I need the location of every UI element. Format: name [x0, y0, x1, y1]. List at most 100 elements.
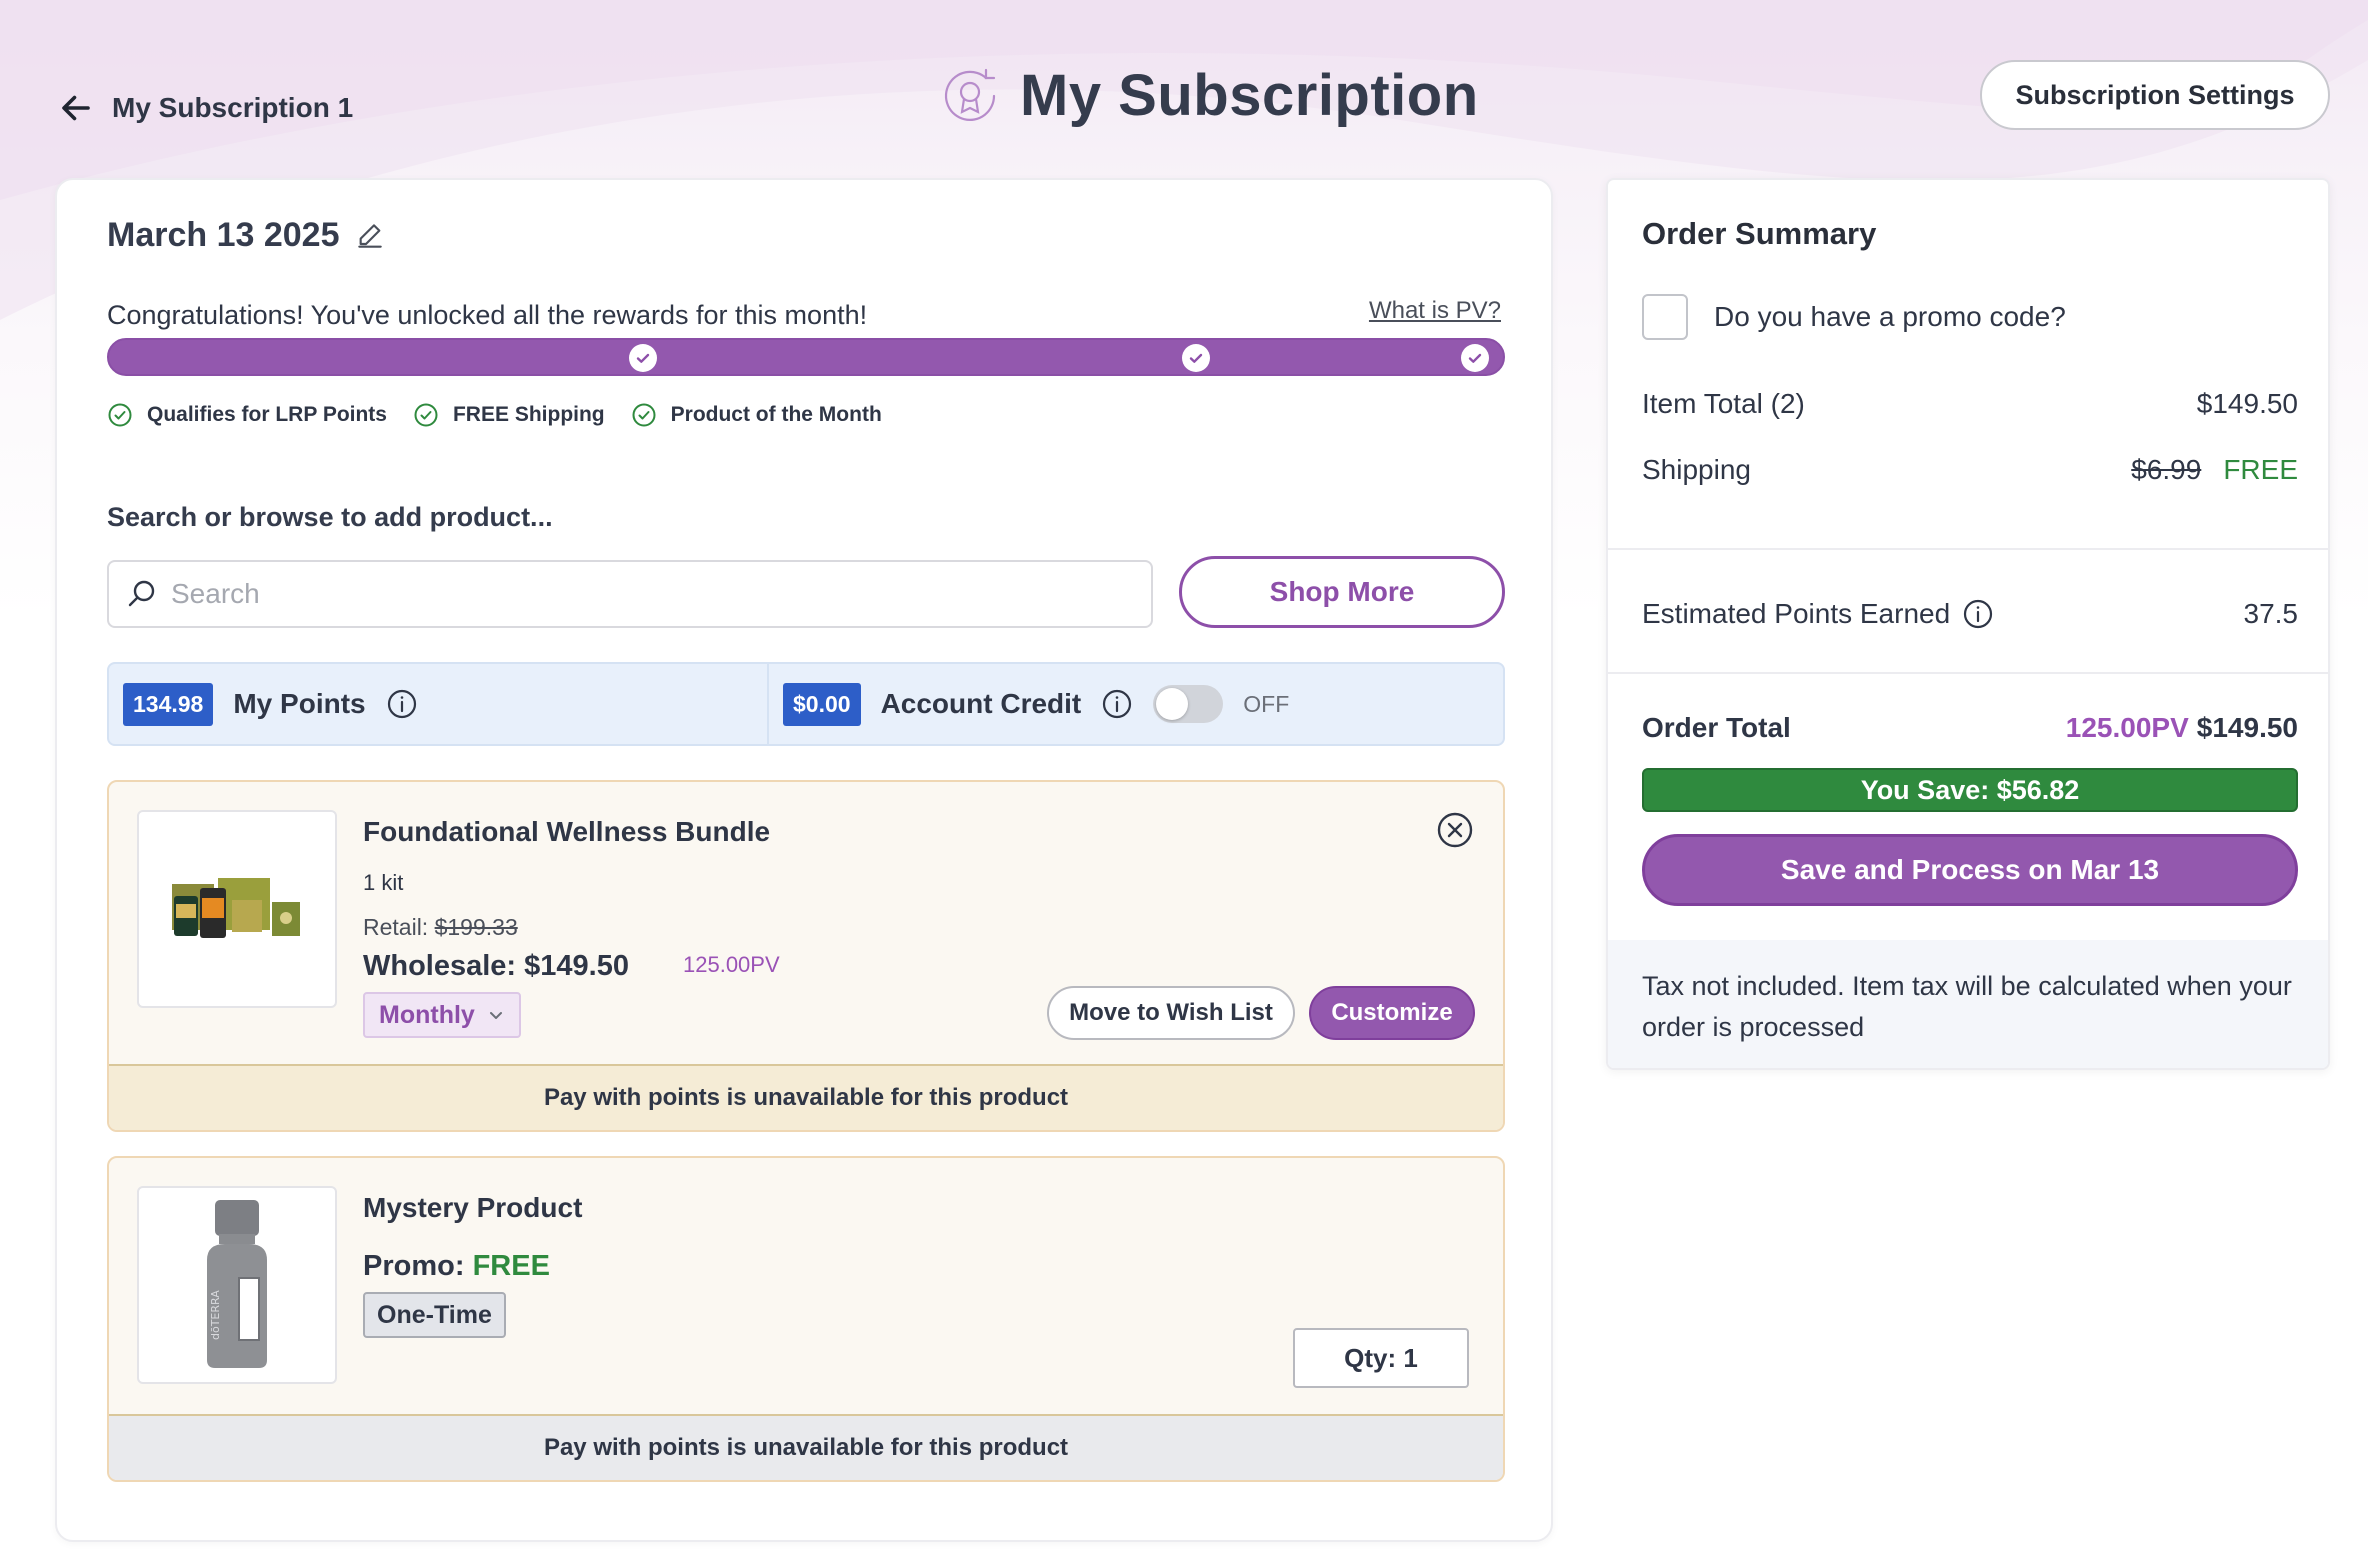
order-summary-panel: Order Summary Do you have a promo code? …	[1606, 178, 2330, 1070]
shop-more-button[interactable]: Shop More	[1179, 556, 1505, 628]
subscription-award-icon	[944, 68, 996, 121]
promo-label: Promo:	[363, 1250, 465, 1282]
date-row: March 13 2025	[107, 216, 386, 255]
subscription-card: March 13 2025 Congratulations! You've un…	[55, 178, 1553, 1542]
product-card: dōTERRA Mystery Product Promo: FREE One-…	[107, 1156, 1505, 1482]
milestone-3-check-icon	[1461, 344, 1489, 372]
promo-code-checkbox[interactable]	[1642, 294, 1688, 340]
retail-price-row: Retail: $199.33	[363, 914, 518, 941]
search-box[interactable]	[107, 560, 1153, 628]
check-circle-icon	[108, 403, 132, 427]
frequency-dropdown[interactable]: Monthly	[363, 992, 521, 1038]
my-points-badge: 134.98	[123, 682, 214, 726]
points-bar: 134.98 My Points $0.00 Account Credit OF…	[107, 662, 1505, 746]
estimated-points-label-group: Estimated Points Earned	[1642, 598, 1994, 630]
reward-label: FREE Shipping	[452, 403, 605, 426]
divider	[1608, 672, 2328, 674]
customize-button[interactable]: Customize	[1309, 986, 1475, 1040]
edit-pencil-icon[interactable]	[354, 220, 386, 252]
move-to-wish-list-button[interactable]: Move to Wish List	[1047, 986, 1295, 1040]
back-link-label: My Subscription 1	[112, 92, 354, 123]
account-credit-badge: $0.00	[783, 682, 861, 726]
pay-with-points-note: Pay with points is unavailable for this …	[109, 1064, 1503, 1130]
promo-code-label: Do you have a promo code?	[1714, 301, 2066, 332]
essential-oil-bottle-image: dōTERRA	[207, 1200, 267, 1368]
product-pv: 125.00PV	[683, 952, 780, 977]
reward-item: Qualifies for LRP Points	[107, 402, 387, 428]
subscription-date: March 13 2025	[107, 216, 340, 254]
shipping-label: Shipping	[1642, 454, 1751, 485]
info-icon[interactable]	[386, 688, 418, 720]
what-is-pv-link[interactable]: What is PV?	[1369, 297, 1501, 325]
subscription-settings-button[interactable]: Subscription Settings	[1980, 60, 2330, 130]
reward-label: Qualifies for LRP Points	[147, 403, 387, 426]
check-circle-icon	[414, 403, 438, 427]
page-title-text: My Subscription	[1020, 63, 1479, 128]
shipping-free: FREE	[2223, 454, 2298, 485]
shipping-original-price: $6.99	[2131, 454, 2202, 485]
estimated-points-row: Estimated Points Earned 37.5	[1642, 598, 2298, 630]
frequency-value: Monthly	[379, 1000, 475, 1029]
toggle-state-label: OFF	[1243, 690, 1290, 717]
order-total-pv: 125.00PV	[2065, 712, 2189, 743]
search-icon	[128, 580, 155, 607]
shipping-values: $6.99 FREE	[2131, 454, 2298, 486]
order-total-label: Order Total	[1642, 712, 1791, 743]
retail-price: $199.33	[434, 914, 518, 940]
reward-item: FREE Shipping	[413, 402, 605, 428]
item-total-label: Item Total (2)	[1642, 388, 1805, 419]
milestone-2-check-icon	[1182, 344, 1210, 372]
check-circle-icon	[632, 403, 656, 427]
bottle-brand-text: dōTERRA	[209, 1290, 222, 1340]
account-credit-toggle[interactable]	[1153, 685, 1224, 723]
promo-price-row: Promo: FREE	[363, 1250, 550, 1283]
item-total-value: $149.50	[2196, 388, 2298, 419]
page-title: My Subscription	[940, 62, 1479, 129]
item-total-row: Item Total (2) $149.50	[1642, 388, 2298, 420]
search-input[interactable]	[171, 578, 1071, 610]
chevron-down-icon	[489, 1012, 502, 1019]
estimated-points-value: 37.5	[2243, 598, 2299, 629]
save-and-process-button[interactable]: Save and Process on Mar 13	[1642, 834, 2298, 906]
account-credit-label: Account Credit	[880, 688, 1082, 719]
reward-item: Product of the Month	[631, 402, 882, 428]
you-save-banner: You Save: $56.82	[1642, 768, 2298, 812]
reward-label: Product of the Month	[670, 403, 882, 426]
retail-label: Retail:	[363, 914, 429, 940]
toggle-knob	[1156, 688, 1189, 720]
milestone-1-check-icon	[629, 344, 657, 372]
product-name: Mystery Product	[363, 1192, 583, 1223]
quantity-display: Qty: 1	[1293, 1328, 1469, 1388]
info-icon[interactable]	[1101, 688, 1133, 720]
order-total-values: 125.00PV $149.50	[2066, 712, 2298, 744]
order-total-value: $149.50	[2196, 712, 2298, 743]
arrow-left-icon	[62, 95, 90, 121]
rewards-message: Congratulations! You've unlocked all the…	[107, 300, 868, 330]
pay-with-points-note: Pay with points is unavailable for this …	[109, 1414, 1503, 1480]
account-credit-section: $0.00 Account Credit OFF	[769, 664, 1289, 744]
product-image	[137, 810, 337, 1008]
remove-product-close-icon[interactable]	[1435, 810, 1475, 850]
rewards-progress-bar	[107, 338, 1505, 376]
divider	[1608, 548, 2328, 550]
tax-note: Tax not included. Item tax will be calcu…	[1608, 940, 2328, 1068]
estimated-points-label: Estimated Points Earned	[1642, 598, 1951, 629]
search-label: Search or browse to add product...	[107, 502, 553, 532]
my-points-section: 134.98 My Points	[109, 664, 769, 744]
info-icon[interactable]	[1962, 598, 1994, 630]
rewards-list: Qualifies for LRP Points FREE Shipping P…	[107, 402, 882, 428]
order-total-row: Order Total 125.00PV $149.50	[1642, 712, 2298, 744]
promo-value: FREE	[472, 1250, 550, 1282]
order-summary-title: Order Summary	[1642, 216, 1877, 251]
promo-code-toggle[interactable]: Do you have a promo code?	[1642, 294, 2066, 340]
product-card: Foundational Wellness Bundle 1 kit Retai…	[107, 780, 1505, 1132]
supplement-bundle-image	[172, 878, 300, 938]
product-quantity: 1 kit	[363, 870, 404, 895]
shipping-row: Shipping $6.99 FREE	[1642, 454, 2298, 486]
my-points-label: My Points	[233, 688, 366, 719]
product-name: Foundational Wellness Bundle	[363, 816, 771, 847]
wholesale-price: Wholesale: $149.50	[363, 950, 629, 982]
back-link[interactable]: My Subscription 1	[58, 90, 353, 126]
product-image: dōTERRA	[137, 1186, 337, 1384]
frequency-badge: One-Time	[363, 1292, 506, 1338]
